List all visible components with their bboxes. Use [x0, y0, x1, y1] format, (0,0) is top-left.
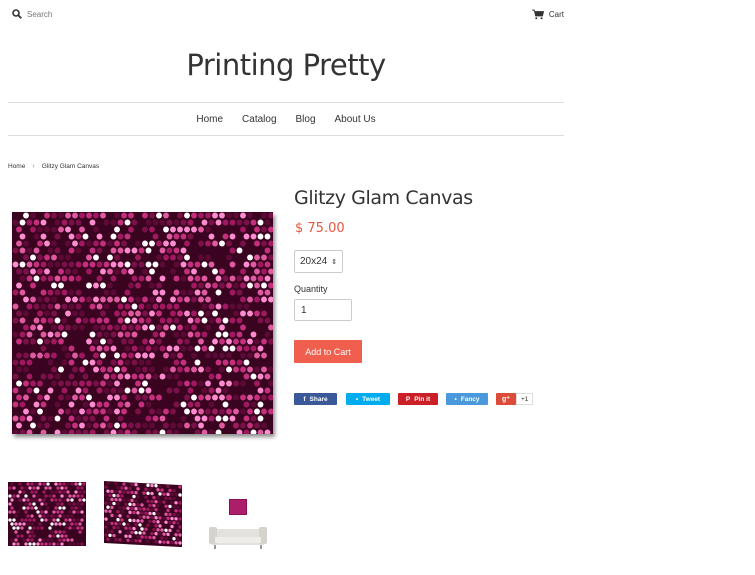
search-icon[interactable]: [12, 9, 22, 19]
product-price: $ 75.00: [295, 221, 345, 236]
room-mockup-image: [209, 499, 267, 549]
sequin-angled-thumbnail-image: [104, 481, 182, 548]
quantity-label: Quantity: [294, 284, 328, 294]
top-bar: Cart: [0, 0, 572, 30]
select-caret-icon: ⇕: [331, 258, 338, 266]
google-plus-count: +1: [516, 393, 534, 405]
add-to-cart-button[interactable]: Add to Cart: [294, 340, 362, 363]
fancy-icon: •: [454, 395, 457, 403]
nav-divider-bottom: [8, 135, 564, 136]
breadcrumb-home[interactable]: Home: [8, 163, 25, 170]
product-thumbnail-2[interactable]: [104, 481, 182, 548]
sequin-canvas-image: [12, 212, 273, 434]
breadcrumb-separator: ›: [32, 163, 35, 170]
product-title: Glitzy Glam Canvas: [294, 187, 473, 209]
twitter-tweet-button[interactable]: • Tweet: [346, 393, 390, 405]
product-thumbnail-1[interactable]: [8, 482, 86, 546]
breadcrumb-current: Glitzy Glam Canvas: [41, 163, 100, 170]
size-select-value: 20x24: [300, 256, 328, 267]
site-logo[interactable]: Printing Pretty: [0, 48, 572, 82]
search-input[interactable]: [27, 9, 117, 19]
pinterest-pin-label: Pin it: [414, 395, 431, 403]
pinterest-pin-button[interactable]: P Pin it: [398, 393, 438, 405]
quantity-input[interactable]: [294, 299, 352, 321]
pinterest-icon: P: [405, 395, 411, 403]
google-plus-icon: g⁺: [502, 396, 510, 403]
twitter-tweet-label: Tweet: [362, 395, 381, 403]
nav-item-home[interactable]: Home: [196, 114, 223, 125]
cart-icon: [531, 9, 544, 20]
size-select[interactable]: 20x24 ⇕: [294, 250, 343, 273]
facebook-share-label: Share: [309, 395, 328, 403]
nav-item-about-us[interactable]: About Us: [335, 114, 376, 125]
product-thumbnail-3[interactable]: [205, 497, 269, 553]
breadcrumb: Home › Glitzy Glam Canvas: [8, 163, 99, 170]
facebook-share-button[interactable]: f Share: [294, 393, 337, 405]
cart-label: Cart: [548, 10, 564, 19]
sequin-thumbnail-image: [8, 482, 86, 546]
fancy-share-button[interactable]: • Fancy: [446, 393, 488, 405]
nav-item-blog[interactable]: Blog: [296, 114, 316, 125]
cart-link[interactable]: Cart: [531, 9, 564, 20]
nav-item-catalog[interactable]: Catalog: [242, 114, 276, 125]
google-plus-button[interactable]: g⁺: [496, 393, 516, 405]
search-form[interactable]: [12, 9, 117, 19]
facebook-icon: f: [303, 395, 306, 403]
twitter-icon: •: [355, 395, 359, 403]
fancy-share-label: Fancy: [460, 395, 480, 403]
product-main-image[interactable]: [12, 212, 273, 434]
main-nav: Home Catalog Blog About Us: [0, 103, 572, 135]
